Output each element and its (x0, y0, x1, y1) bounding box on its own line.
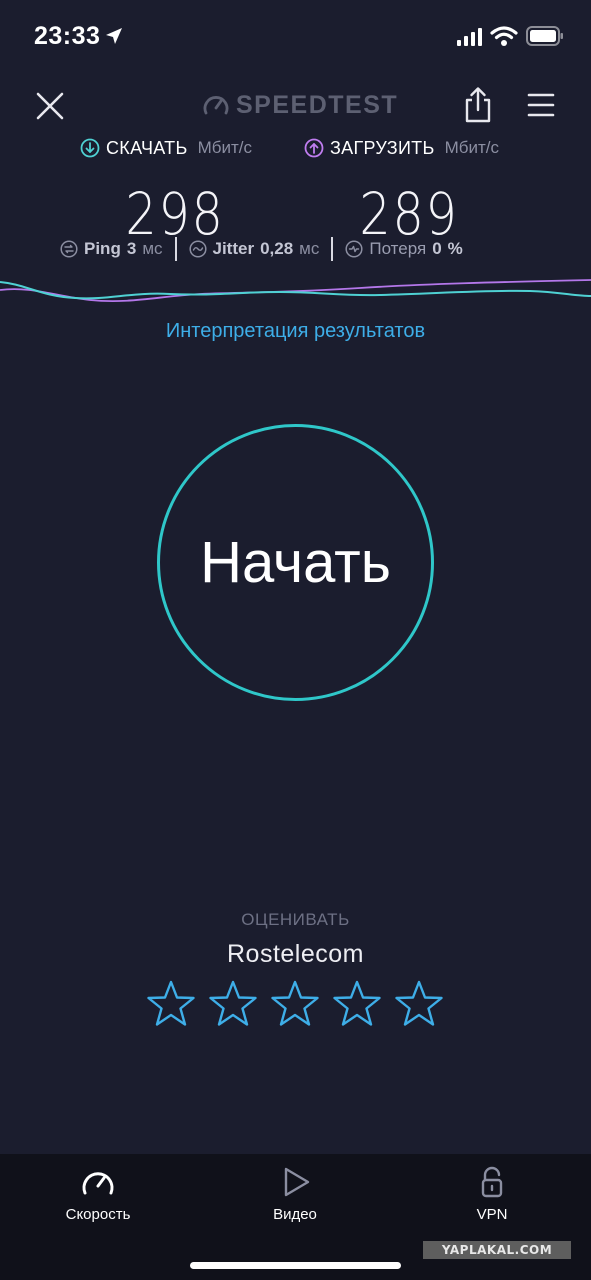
status-time: 23:33 (34, 22, 101, 50)
jitter-icon (188, 240, 207, 258)
download-unit: Мбит/с (197, 138, 252, 157)
download-header: СКАЧАТЬ Мбит/с (80, 136, 270, 160)
loss-stat: Потеря 0 % (345, 239, 463, 259)
rating-title: ОЦЕНИВАТЬ (241, 910, 350, 929)
packet-loss-icon (345, 240, 363, 258)
speedtest-logo: SPEEDTEST (202, 90, 398, 120)
download-title: СКАЧАТЬ (106, 137, 188, 158)
tab-vpn[interactable]: VPN (417, 1166, 567, 1223)
share-icon[interactable] (462, 86, 494, 124)
start-button[interactable]: Начать (157, 424, 434, 701)
battery-icon (526, 26, 563, 46)
ping-stat: Ping 3 мс (60, 239, 163, 259)
loss-label: Потеря (369, 239, 427, 258)
ping-label: Ping (84, 239, 121, 258)
home-indicator[interactable] (190, 1262, 401, 1269)
close-icon[interactable] (32, 88, 68, 124)
star-icon[interactable] (331, 978, 383, 1030)
provider-name: Rostelecom (227, 940, 364, 968)
wifi-icon (490, 26, 518, 46)
download-result: СКАЧАТЬ Мбит/с 298 (80, 136, 270, 248)
star-icon[interactable] (269, 978, 321, 1030)
interpret-results-link[interactable]: Интерпретация результатов (0, 320, 591, 343)
loss-value: 0 (432, 239, 442, 258)
jitter-label: Jitter (212, 239, 255, 258)
download-wave (0, 281, 591, 300)
rating-stars (145, 978, 445, 1030)
tab-speed[interactable]: Скорость (23, 1166, 173, 1223)
app-header: SPEEDTEST (0, 80, 591, 132)
ping-icon (60, 240, 78, 258)
speedtest-screen: 23:33 SPEEDTEST СКАЧАТЬ Мбит/с 298 ЗАГРУ… (0, 0, 591, 1280)
star-icon[interactable] (145, 978, 197, 1030)
cellular-signal-icon (457, 28, 482, 46)
star-icon[interactable] (207, 978, 259, 1030)
gauge-logo-icon (203, 96, 229, 115)
ping-value: 3 (126, 239, 137, 258)
upload-header: ЗАГРУЗИТЬ Мбит/с (304, 136, 514, 160)
tab-speed-label: Скорость (65, 1206, 131, 1223)
start-label: Начать (200, 530, 391, 595)
stats-divider (174, 237, 177, 261)
watermark: YAPLAKAL.COM (423, 1241, 571, 1259)
speed-wave-graph (0, 279, 591, 302)
menu-icon[interactable] (526, 90, 556, 120)
download-arrow-icon (80, 138, 100, 158)
jitter-stat: Jitter 0,28 мс (188, 239, 320, 259)
jitter-unit: мс (299, 239, 320, 258)
tab-video-label: Видео (273, 1206, 317, 1223)
stats-divider (331, 237, 334, 261)
jitter-value: 0,28 (260, 239, 294, 258)
ping-unit: мс (142, 239, 163, 258)
unlock-icon (481, 1166, 503, 1198)
tab-video[interactable]: Видео (220, 1166, 370, 1223)
status-bar: 23:33 (0, 0, 591, 72)
stats-row: Ping 3 мс Jitter 0,28 мс Потеря 0 % (60, 236, 540, 262)
star-icon[interactable] (393, 978, 445, 1030)
brand-name: SPEEDTEST (236, 90, 399, 119)
play-icon (284, 1167, 310, 1197)
upload-unit: Мбит/с (444, 138, 499, 157)
upload-title: ЗАГРУЗИТЬ (330, 137, 435, 158)
speedometer-icon (82, 1172, 114, 1195)
upload-result: ЗАГРУЗИТЬ Мбит/с 289 (304, 136, 514, 248)
upload-arrow-icon (304, 138, 324, 158)
tab-vpn-label: VPN (476, 1206, 508, 1223)
loss-unit: % (447, 239, 463, 258)
location-arrow-icon (106, 28, 122, 44)
